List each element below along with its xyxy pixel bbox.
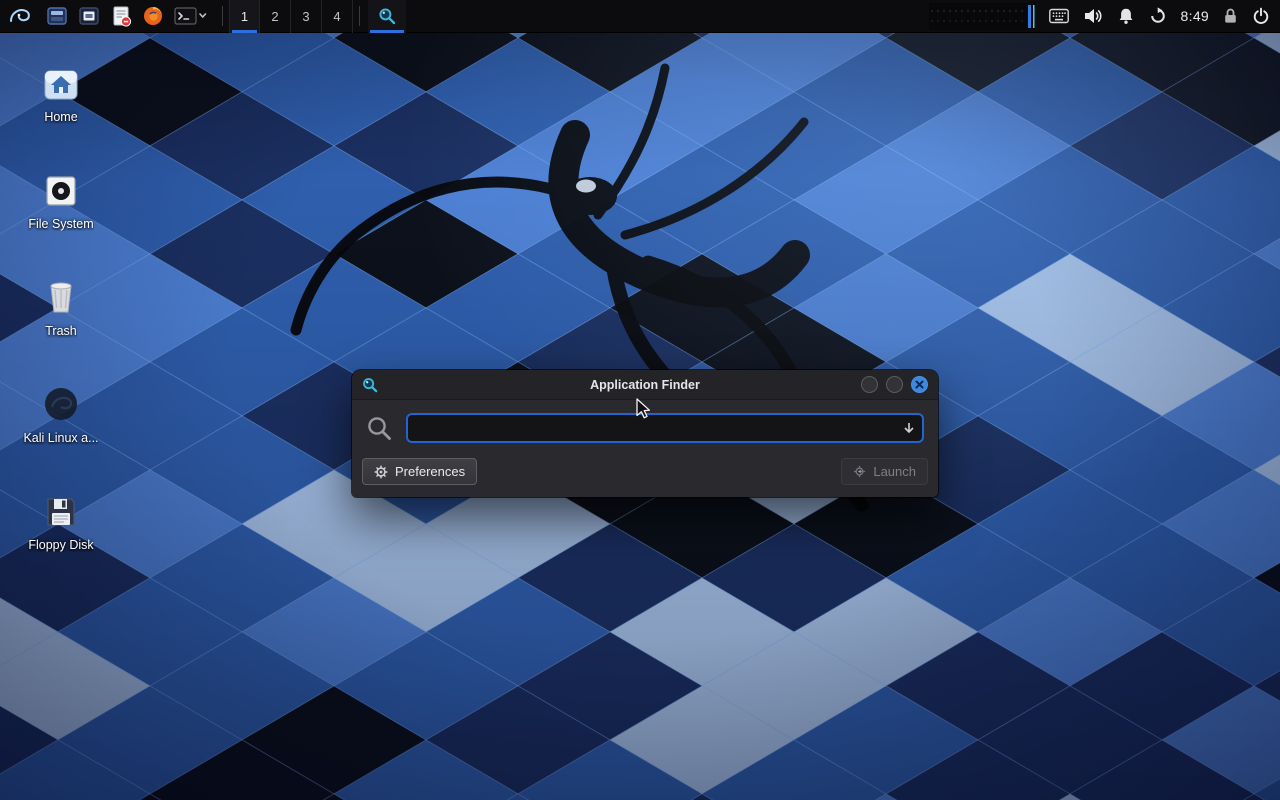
file-manager-icon bbox=[46, 5, 68, 27]
action-row: Preferences Launch bbox=[352, 451, 938, 497]
notifications-bell-icon[interactable] bbox=[1117, 7, 1135, 25]
desktop-icon-label: Home bbox=[44, 110, 77, 124]
workspace-2[interactable]: 2 bbox=[260, 0, 291, 33]
root-file-manager-icon bbox=[78, 5, 100, 27]
launcher-bar bbox=[38, 0, 216, 33]
keyboard-icon[interactable] bbox=[1049, 8, 1069, 24]
firefox-launcher[interactable] bbox=[142, 0, 164, 33]
desktop-icon-floppy[interactable]: Floppy Disk bbox=[18, 484, 104, 583]
search-icon bbox=[366, 415, 393, 442]
panel-separator bbox=[222, 6, 223, 26]
preferences-label: Preferences bbox=[395, 464, 465, 479]
desktop-icon-label: File System bbox=[28, 217, 93, 231]
filesystem-icon bbox=[43, 163, 79, 209]
desktop-icon-list: Home File System Trash bbox=[18, 56, 104, 591]
lock-icon[interactable] bbox=[1223, 7, 1238, 25]
search-input-wrap bbox=[406, 413, 924, 443]
workspace-label: 1 bbox=[241, 9, 248, 24]
workspace-4[interactable]: 4 bbox=[322, 0, 353, 33]
firefox-icon bbox=[142, 5, 164, 27]
floppy-disk-icon bbox=[43, 484, 79, 530]
desktop-icon-home[interactable]: Home bbox=[18, 56, 104, 155]
launch-button[interactable]: Launch bbox=[841, 458, 928, 485]
kali-docs-icon bbox=[42, 377, 80, 423]
window-title: Application Finder bbox=[352, 378, 938, 392]
titlebar[interactable]: Application Finder bbox=[352, 370, 938, 400]
power-icon[interactable] bbox=[1252, 7, 1270, 25]
desktop-icon-label: Trash bbox=[45, 324, 77, 338]
maximize-button[interactable] bbox=[886, 376, 903, 393]
top-panel: 1 2 3 4 bbox=[0, 0, 1280, 33]
search-icon bbox=[378, 7, 396, 25]
applications-menu-button[interactable] bbox=[0, 0, 38, 33]
text-editor-icon bbox=[110, 5, 132, 27]
desktop-icon-filesystem[interactable]: File System bbox=[18, 163, 104, 262]
workspace-switcher: 1 2 3 4 bbox=[229, 0, 353, 33]
workspace-3[interactable]: 3 bbox=[291, 0, 322, 33]
close-button[interactable] bbox=[911, 376, 928, 393]
desktop-icon-trash[interactable]: Trash bbox=[18, 270, 104, 369]
clock[interactable]: 8:49 bbox=[1181, 8, 1209, 24]
search-input[interactable] bbox=[406, 413, 924, 443]
close-icon bbox=[915, 380, 924, 389]
volume-icon[interactable] bbox=[1083, 6, 1103, 26]
application-finder-window-icon bbox=[362, 377, 378, 393]
desktop-icon-label: Kali Linux a... bbox=[23, 431, 98, 445]
workspace-label: 2 bbox=[271, 9, 278, 24]
application-finder-window: Application Finder bbox=[352, 370, 938, 497]
desktop: Home File System Trash bbox=[0, 0, 1280, 800]
trash-icon bbox=[44, 270, 78, 316]
text-editor-launcher[interactable] bbox=[110, 0, 132, 33]
gear-icon bbox=[374, 465, 388, 479]
updates-icon[interactable] bbox=[1149, 7, 1167, 25]
kali-menu-icon bbox=[7, 4, 31, 28]
terminal-launcher[interactable] bbox=[174, 0, 208, 33]
preferences-button[interactable]: Preferences bbox=[362, 458, 477, 485]
search-row bbox=[352, 400, 938, 451]
launch-gear-icon bbox=[853, 465, 866, 478]
workspace-1[interactable]: 1 bbox=[229, 0, 260, 33]
file-manager-launcher[interactable] bbox=[46, 0, 68, 33]
desktop-icon-kali-docs[interactable]: Kali Linux a... bbox=[18, 377, 104, 476]
launch-label: Launch bbox=[873, 464, 916, 479]
home-icon bbox=[43, 56, 79, 102]
panel-separator bbox=[359, 6, 360, 26]
system-monitor-graph[interactable] bbox=[929, 3, 1035, 30]
workspace-label: 3 bbox=[302, 9, 309, 24]
window-controls bbox=[861, 376, 928, 393]
workspace-label: 4 bbox=[333, 9, 340, 24]
taskbar-item-application-finder[interactable] bbox=[368, 0, 406, 33]
desktop-icon-label: Floppy Disk bbox=[28, 538, 93, 552]
terminal-dropdown-icon bbox=[174, 5, 208, 27]
dropdown-arrow-icon[interactable] bbox=[902, 421, 916, 435]
minimize-button[interactable] bbox=[861, 376, 878, 393]
system-tray: 8:49 bbox=[929, 3, 1280, 30]
root-file-manager-launcher[interactable] bbox=[78, 0, 100, 33]
